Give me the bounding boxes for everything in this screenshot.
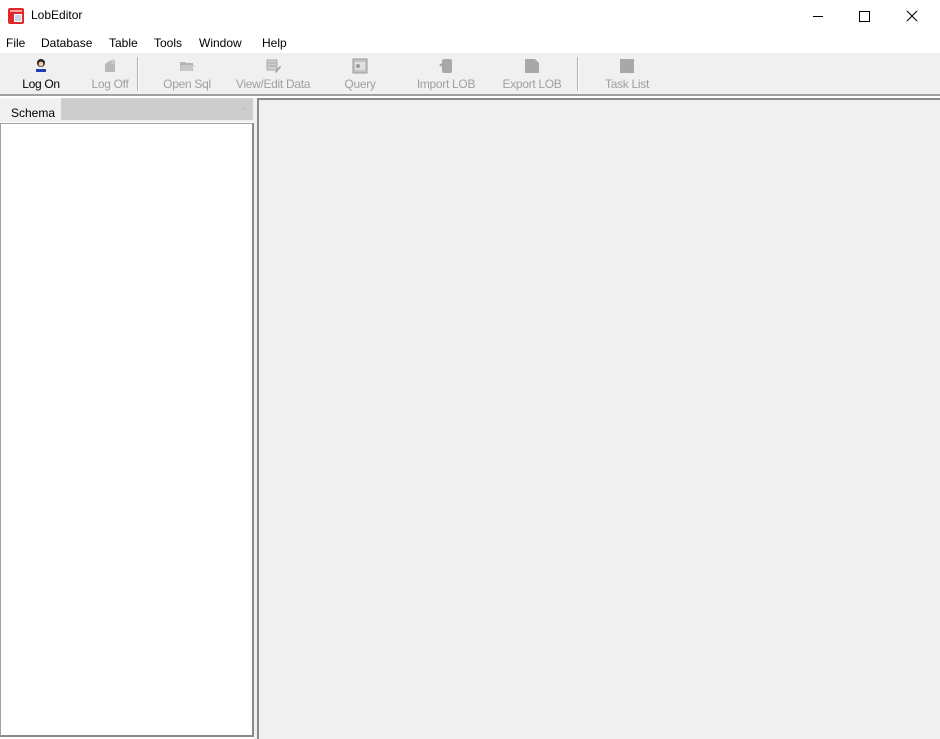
- task-list-label: Task List: [605, 77, 649, 91]
- query-button[interactable]: Query: [340, 55, 380, 93]
- log-off-label: Log Off: [91, 77, 129, 91]
- close-button[interactable]: [889, 0, 935, 32]
- user-icon: [36, 59, 46, 72]
- task-list-button[interactable]: Task List: [600, 55, 654, 93]
- title-bar: LobEditor: [0, 0, 940, 32]
- close-icon: [906, 10, 918, 22]
- log-off-button[interactable]: Log Off: [88, 55, 132, 93]
- log-on-label: Log On: [22, 77, 60, 91]
- menu-database[interactable]: Database: [41, 36, 92, 50]
- menu-help[interactable]: Help: [262, 36, 287, 50]
- toolbar-separator: [137, 57, 139, 91]
- chevron-down-icon: ⌄: [240, 102, 248, 112]
- menu-bar: File Database Table Tools Window Help: [0, 33, 940, 53]
- app-icon: [8, 8, 24, 24]
- minimize-icon: [813, 15, 823, 17]
- minimize-button[interactable]: [795, 0, 841, 32]
- open-sql-button[interactable]: Open Sql: [160, 55, 214, 93]
- query-icon: [352, 58, 368, 74]
- export-lob-label: Export LOB: [502, 77, 562, 91]
- open-sql-label: Open Sql: [163, 77, 211, 91]
- maximize-icon: [858, 10, 870, 22]
- export-icon: [525, 59, 539, 73]
- query-label: Query: [344, 77, 376, 91]
- import-icon: [439, 59, 452, 73]
- menu-tools[interactable]: Tools: [154, 36, 182, 50]
- menu-table[interactable]: Table: [109, 36, 138, 50]
- schema-dropdown[interactable]: ⌄: [61, 98, 253, 120]
- menu-window[interactable]: Window: [199, 36, 242, 50]
- import-lob-label: Import LOB: [416, 77, 476, 91]
- maximize-button[interactable]: [841, 0, 887, 32]
- toolbar: Log On Log Off Open Sql View/Edit Data Q…: [0, 53, 940, 96]
- schema-bar: Schema ⌄: [0, 98, 254, 122]
- task-list-icon: [620, 59, 634, 73]
- window-title: LobEditor: [31, 8, 83, 22]
- mdi-workspace: [257, 98, 940, 739]
- logoff-icon: [105, 59, 116, 72]
- view-edit-data-button[interactable]: View/Edit Data: [231, 55, 315, 93]
- view-edit-data-label: View/Edit Data: [235, 77, 311, 91]
- log-on-button[interactable]: Log On: [20, 55, 62, 93]
- schema-tree-pane[interactable]: [0, 123, 254, 737]
- folder-open-icon: [180, 62, 194, 71]
- edit-table-icon: [266, 59, 281, 73]
- schema-label: Schema: [11, 106, 56, 120]
- export-lob-button[interactable]: Export LOB: [499, 55, 565, 93]
- menu-file[interactable]: File: [6, 36, 25, 50]
- import-lob-button[interactable]: Import LOB: [414, 55, 478, 93]
- toolbar-separator: [577, 57, 579, 91]
